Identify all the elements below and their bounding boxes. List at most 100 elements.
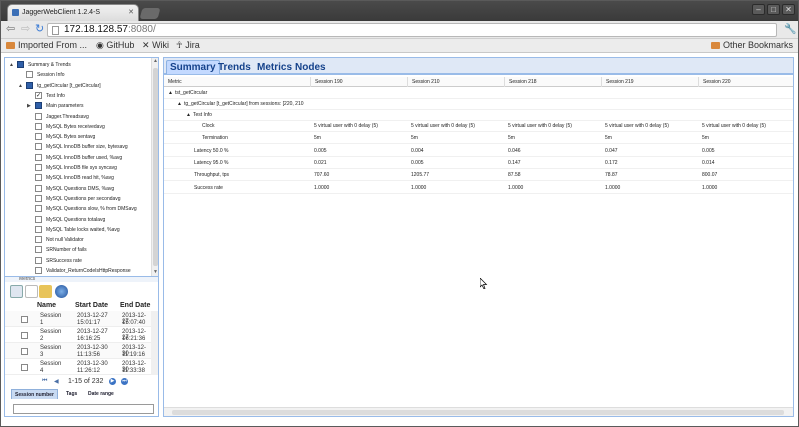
expand-icon[interactable]: ▲ xyxy=(186,110,191,121)
hscroll-thumb[interactable] xyxy=(172,410,784,415)
tree-checkbox[interactable] xyxy=(35,174,42,182)
tree-checkbox[interactable] xyxy=(35,267,42,274)
close-window-icon[interactable]: ✕ xyxy=(782,4,795,15)
tree-checkbox[interactable] xyxy=(35,194,42,202)
row-checkbox[interactable] xyxy=(21,316,28,323)
tree-item-label: MySQL InnoDB buffer used, %avg xyxy=(46,154,123,161)
column-header[interactable]: Session 218 xyxy=(504,77,537,87)
bookmark-jira[interactable]: ☥ Jira xyxy=(176,39,200,52)
column-header[interactable]: Session 220 xyxy=(698,77,731,87)
tree-arrow-icon[interactable]: ▲ xyxy=(18,81,23,91)
metric-value: 1.0000 xyxy=(411,184,427,191)
reload-icon[interactable]: ↻ xyxy=(35,23,44,36)
test-info-label: Test Info xyxy=(193,112,212,118)
tree-checkbox[interactable] xyxy=(35,205,42,213)
address-bar[interactable]: 172.18.128.57:8080/ xyxy=(47,23,777,37)
tab-trends[interactable]: Trends xyxy=(214,60,255,74)
tree-checkbox[interactable]: ✓ xyxy=(35,91,42,99)
metric-value: 78.87 xyxy=(605,172,618,179)
column-header[interactable]: Metric xyxy=(164,77,182,87)
bookmark-wiki[interactable]: ✕ Wiki xyxy=(142,39,169,52)
row-checkbox[interactable] xyxy=(21,364,28,371)
table-row[interactable]: Session 4 2013-12-30 11:26:12 2013-12-30 11:3… xyxy=(5,359,151,375)
tab-date-range[interactable]: Date range xyxy=(85,389,117,399)
tree-checkbox[interactable] xyxy=(17,61,24,68)
table-row[interactable]: Session 2 2013-12-27 16:16:25 2013-12-27 16:2… xyxy=(5,327,151,343)
bookmark-imported[interactable]: Imported From ... xyxy=(6,39,87,52)
first-page-icon[interactable]: ⏮ xyxy=(42,378,47,385)
tab-tags[interactable]: Tags xyxy=(63,389,80,399)
next-page-icon[interactable]: ▶ xyxy=(109,378,116,385)
new-tab-button[interactable] xyxy=(139,8,161,19)
last-page-icon[interactable]: ⏭ xyxy=(121,378,128,385)
col-name[interactable]: Name xyxy=(37,302,56,309)
tree-checkbox[interactable] xyxy=(35,153,42,161)
expand-icon[interactable]: ▲ xyxy=(168,88,173,99)
col-end-date[interactable]: End Date xyxy=(120,302,150,309)
tree-arrow-icon[interactable]: ▲ xyxy=(9,60,14,70)
tree-checkbox[interactable] xyxy=(35,215,42,223)
tree-checkbox[interactable] xyxy=(35,143,42,151)
metric-row[interactable]: Clock 5 virtual user with 0 delay (5) 5 vi… xyxy=(164,121,793,132)
tab-nodes[interactable]: Nodes xyxy=(291,60,330,74)
tree-item-label: Session Info xyxy=(37,72,65,79)
tree-checkbox[interactable] xyxy=(35,122,42,130)
row-checkbox[interactable] xyxy=(21,332,28,339)
scroll-down-icon[interactable]: ▼ xyxy=(153,269,158,275)
other-bookmarks[interactable]: Other Bookmarks xyxy=(711,39,793,52)
filter-icon[interactable] xyxy=(10,285,23,298)
tab-summary[interactable]: Summary xyxy=(166,60,220,74)
forward-icon[interactable]: ⇨ xyxy=(21,23,30,36)
maximize-icon[interactable]: □ xyxy=(767,4,780,15)
tab-metrics[interactable]: Metrics xyxy=(253,60,296,74)
group-row[interactable]: ▲ tst_getCircular xyxy=(164,88,793,99)
document-icon[interactable] xyxy=(25,285,38,298)
column-header[interactable]: Session 219 xyxy=(601,77,634,87)
tree-checkbox[interactable] xyxy=(35,133,42,141)
metric-row[interactable]: Throughput, tps 707.60 1205.77 87.58 78.87 80… xyxy=(164,170,793,182)
tree-checkbox[interactable] xyxy=(35,112,42,120)
test-info-row[interactable]: ▲ Test Info xyxy=(164,110,793,121)
expand-icon[interactable]: ▲ xyxy=(177,99,182,110)
tree-scrollbar[interactable]: ▲ ▼ xyxy=(151,58,158,276)
metric-row[interactable]: Latency 50.0 % 0.005 0.004 0.046 0.047 0.005 xyxy=(164,146,793,157)
tree-checkbox[interactable] xyxy=(35,225,42,233)
subgroup-row[interactable]: ▲ tg_getCircular [t_getCircular] from se… xyxy=(164,99,793,110)
metric-row[interactable]: Latency 95.0 % 0.021 0.005 0.147 0.172 0.014 xyxy=(164,158,793,169)
scroll-up-icon[interactable]: ▲ xyxy=(153,58,158,64)
metric-row[interactable]: Success rate 1.0000 1.0000 1.0000 1.0000 1.00… xyxy=(164,183,793,194)
metric-row[interactable]: Termination 5m 5m 5m 5m 5m xyxy=(164,133,793,145)
prev-page-icon[interactable]: ◀ xyxy=(54,378,59,385)
col-start-date[interactable]: Start Date xyxy=(75,302,108,309)
metric-value: 0.004 xyxy=(411,147,424,154)
tree-arrow-icon[interactable]: ▶ xyxy=(27,101,31,111)
back-icon[interactable]: ⇦ xyxy=(6,23,15,36)
tree-checkbox[interactable] xyxy=(35,102,42,110)
metric-value: 0.021 xyxy=(314,159,327,166)
close-tab-icon[interactable]: ✕ xyxy=(128,8,134,16)
tree-checkbox[interactable] xyxy=(35,164,42,171)
tree-checkbox[interactable] xyxy=(35,246,42,254)
horizontal-scrollbar[interactable] xyxy=(164,407,793,416)
tab-session-number[interactable]: Session number xyxy=(11,389,58,399)
sessions-scrollbar[interactable] xyxy=(151,311,158,375)
globe-icon[interactable] xyxy=(55,285,68,298)
tree-checkbox[interactable] xyxy=(26,71,33,79)
column-header[interactable]: Session 210 xyxy=(407,77,440,87)
session-start: 2013-12-27 xyxy=(77,313,108,319)
column-header[interactable]: Session 190 xyxy=(310,77,343,87)
tree-checkbox[interactable] xyxy=(35,184,42,192)
table-row[interactable]: Session 1 2013-12-27 15:01:17 2013-12-27 15:0… xyxy=(5,311,151,327)
bookmark-github[interactable]: ◉ GitHub xyxy=(96,39,134,52)
tree-checkbox[interactable] xyxy=(35,236,42,244)
broom-icon[interactable] xyxy=(39,285,52,298)
session-filter-input[interactable] xyxy=(13,404,154,414)
tree-checkbox[interactable] xyxy=(35,256,42,264)
tree-checkbox[interactable] xyxy=(26,81,33,89)
row-checkbox[interactable] xyxy=(21,348,28,355)
wrench-icon[interactable]: 🔧 xyxy=(784,24,796,35)
browser-tab[interactable]: JaggerWebClient 1.2.4-S ✕ xyxy=(7,4,139,21)
minimize-icon[interactable]: – xyxy=(752,4,765,15)
table-row[interactable]: Session 3 2013-12-30 11:13:56 2013-12-30 11:1… xyxy=(5,343,151,359)
scroll-thumb[interactable] xyxy=(153,68,158,266)
